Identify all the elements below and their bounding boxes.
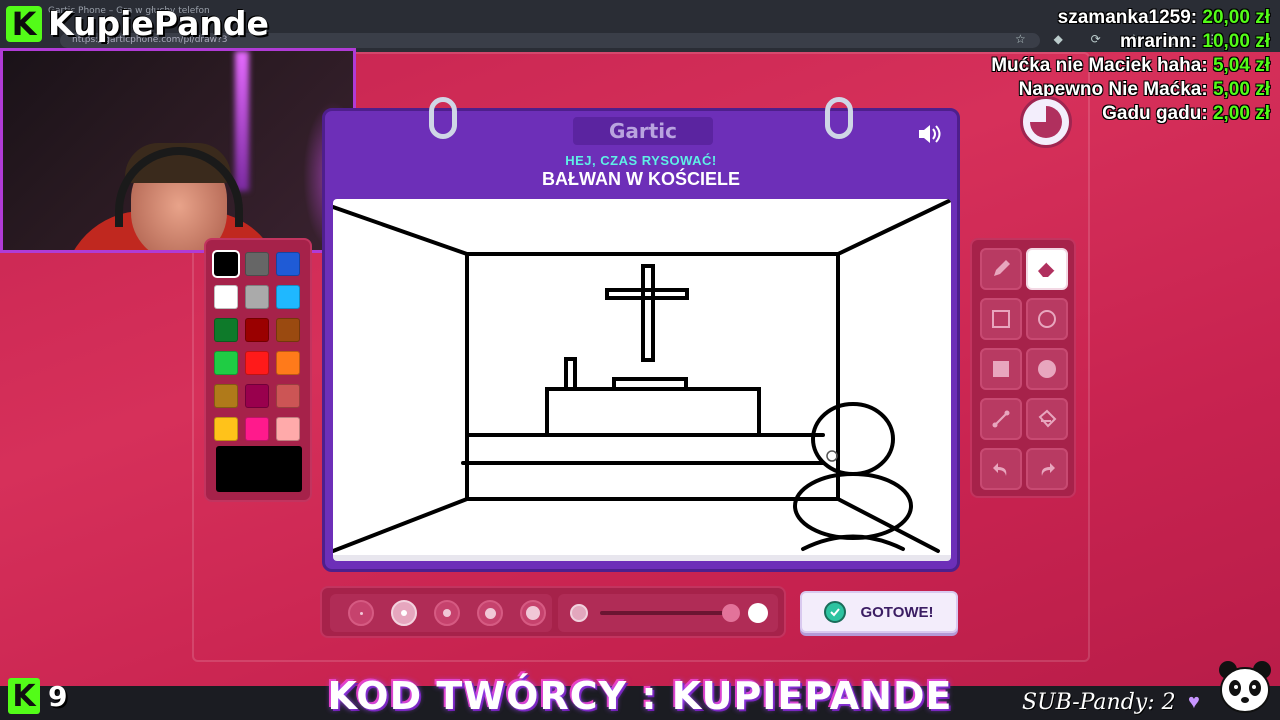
current-color-swatch[interactable] — [216, 446, 302, 492]
done-label: GOTOWE! — [860, 603, 934, 621]
undo-icon[interactable] — [980, 448, 1022, 490]
opacity-slider[interactable] — [558, 594, 778, 632]
color-swatch[interactable] — [214, 285, 238, 309]
opacity-knob[interactable] — [722, 604, 740, 622]
channel-brand: K KupiePande — [6, 4, 269, 43]
timer-fill — [1030, 106, 1062, 138]
heart-icon: ♥ — [1188, 691, 1200, 713]
color-swatch[interactable] — [276, 285, 300, 309]
pencil-icon[interactable] — [980, 248, 1022, 290]
color-swatch[interactable] — [214, 384, 238, 408]
bucket-icon[interactable] — [1026, 398, 1068, 440]
check-icon — [824, 601, 847, 623]
stroke-size-option[interactable] — [434, 600, 460, 626]
color-swatch[interactable] — [214, 318, 238, 342]
eraser-icon[interactable] — [1026, 248, 1068, 290]
donation-item: Mućka nie Maciek haha: 5,04 zł — [991, 55, 1270, 76]
ellipse-outline-icon[interactable] — [1026, 298, 1068, 340]
color-palette — [204, 238, 312, 502]
stroke-size-option[interactable] — [348, 600, 374, 626]
prompt-subtitle: HEJ, CZAS RYSOWAĆ! — [565, 153, 717, 168]
drawing-canvas[interactable] — [333, 199, 951, 561]
color-swatch[interactable] — [245, 252, 269, 276]
color-swatch[interactable] — [276, 252, 300, 276]
opacity-track[interactable] — [600, 611, 740, 615]
redo-icon[interactable] — [1026, 448, 1068, 490]
donation-item: mrarinn: 10,00 zł — [1120, 31, 1270, 52]
color-swatch[interactable] — [276, 351, 300, 375]
speaker-icon[interactable] — [917, 123, 943, 145]
drawing-board: Gartic HEJ, CZAS RYSOWAĆ! BAŁWAN W KOŚCI… — [322, 97, 960, 572]
gartic-logo: Gartic — [573, 117, 713, 145]
kick-logo-icon: K — [8, 678, 40, 714]
color-swatch[interactable] — [214, 351, 238, 375]
sub-goal: SUB-Pandy: 2 — [1022, 690, 1176, 715]
tools-panel — [970, 238, 1076, 498]
rectangle-fill-icon[interactable] — [980, 348, 1022, 390]
opacity-low-icon — [570, 604, 588, 622]
round-timer — [1020, 96, 1072, 148]
kick-logo-icon: K — [6, 5, 42, 43]
channel-name: KupiePande — [48, 4, 269, 43]
line-icon[interactable] — [980, 398, 1022, 440]
binder-ring-icon — [825, 97, 853, 139]
ellipse-fill-icon[interactable] — [1026, 348, 1068, 390]
viewer-count: 9 — [48, 680, 68, 713]
prompt-word: BAŁWAN W KOŚCIELE — [542, 169, 740, 189]
rectangle-outline-icon[interactable] — [980, 298, 1022, 340]
color-swatch[interactable] — [276, 417, 300, 441]
color-swatch[interactable] — [214, 417, 238, 441]
opacity-high-icon — [748, 603, 768, 623]
color-swatch[interactable] — [245, 384, 269, 408]
brush-settings-bar — [320, 586, 786, 638]
color-swatch[interactable] — [245, 318, 269, 342]
color-swatch[interactable] — [276, 318, 300, 342]
color-swatch[interactable] — [245, 285, 269, 309]
color-swatch[interactable] — [212, 250, 240, 278]
binder-ring-icon — [429, 97, 457, 139]
stroke-size-option[interactable] — [520, 600, 546, 626]
stroke-size-group — [330, 594, 552, 632]
done-button[interactable]: GOTOWE! — [800, 591, 958, 633]
stroke-size-option[interactable] — [391, 600, 417, 626]
donation-item: szamanka1259: 20,00 zł — [1057, 7, 1270, 28]
creator-code-banner: KOD TWÓRCY : KUPIEPANDE — [327, 674, 953, 718]
stroke-size-option[interactable] — [477, 600, 503, 626]
panda-icon — [1216, 656, 1274, 718]
webcam-feed — [0, 48, 356, 253]
color-swatch[interactable] — [276, 384, 300, 408]
color-swatch[interactable] — [245, 351, 269, 375]
color-swatch[interactable] — [245, 417, 269, 441]
